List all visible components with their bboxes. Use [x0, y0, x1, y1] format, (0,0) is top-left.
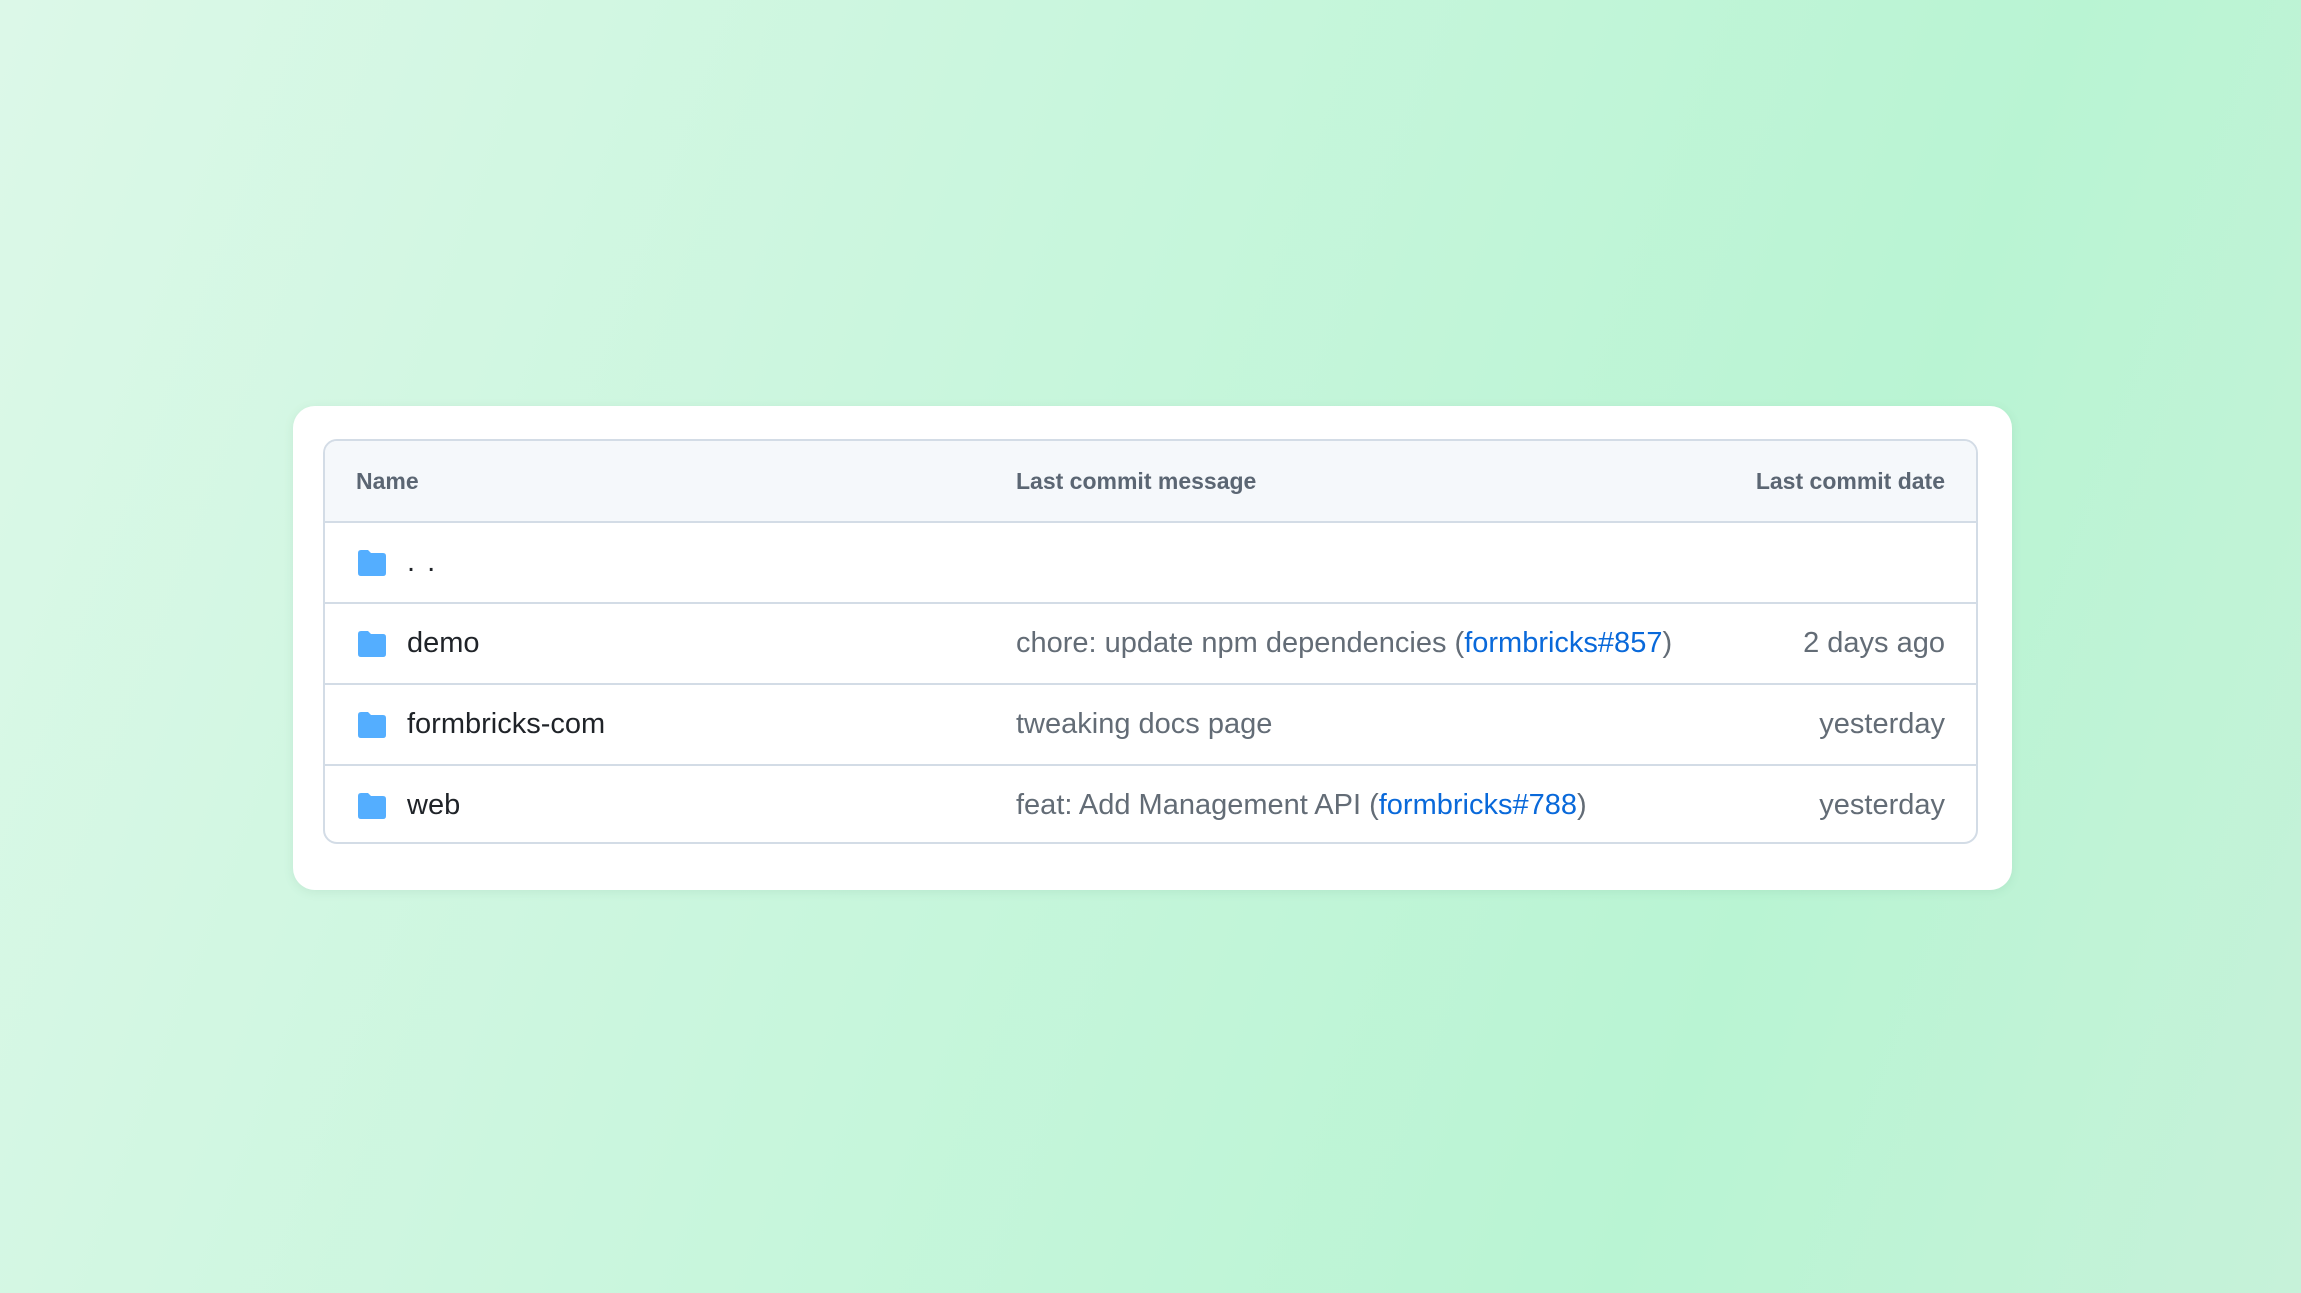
- folder-name-link[interactable]: web: [407, 789, 460, 822]
- folder-name-link[interactable]: demo: [407, 627, 480, 660]
- parent-directory-link[interactable]: . .: [407, 546, 437, 579]
- commit-message-text[interactable]: chore: update npm dependencies (: [1016, 627, 1464, 660]
- folder-icon: [358, 792, 386, 819]
- commit-date: 2 days ago: [1803, 627, 1945, 659]
- commit-message: chore: update npm dependencies (formbric…: [1016, 604, 1672, 683]
- header-name: Name: [356, 467, 419, 494]
- folder-icon: [358, 549, 386, 576]
- commit-message-suffix: ): [1576, 789, 1587, 821]
- header-last-commit-message: Last commit message: [1016, 467, 1257, 494]
- header-last-commit-date: Last commit date: [1755, 467, 1945, 494]
- commit-message-text[interactable]: tweaking docs page: [1016, 708, 1272, 741]
- commit-message: tweaking docs page: [1016, 685, 1272, 764]
- table-header: Name Last commit message Last commit dat…: [325, 441, 1976, 521]
- commit-message-text[interactable]: feat: Add Management API (: [1016, 789, 1379, 822]
- commit-pr-link[interactable]: formbricks#788: [1379, 789, 1577, 822]
- folder-name-link[interactable]: formbricks-com: [407, 708, 605, 741]
- folder-icon: [358, 711, 386, 738]
- folder-icon: [358, 630, 386, 657]
- commit-date: yesterday: [1819, 789, 1945, 821]
- table-row: demo chore: update npm dependencies (for…: [325, 602, 1976, 683]
- table-row-parent-directory[interactable]: . .: [325, 521, 1976, 602]
- table-row: formbricks-com tweaking docs page yester…: [325, 683, 1976, 764]
- commit-date: yesterday: [1819, 708, 1945, 740]
- commit-pr-link[interactable]: formbricks#857: [1464, 627, 1662, 660]
- commit-message: feat: Add Management API (formbricks#788…: [1016, 766, 1587, 842]
- table-row: web feat: Add Management API (formbricks…: [325, 764, 1976, 842]
- file-table: Name Last commit message Last commit dat…: [323, 439, 1978, 844]
- file-browser-card: Name Last commit message Last commit dat…: [293, 406, 2012, 890]
- commit-message-suffix: ): [1662, 627, 1673, 659]
